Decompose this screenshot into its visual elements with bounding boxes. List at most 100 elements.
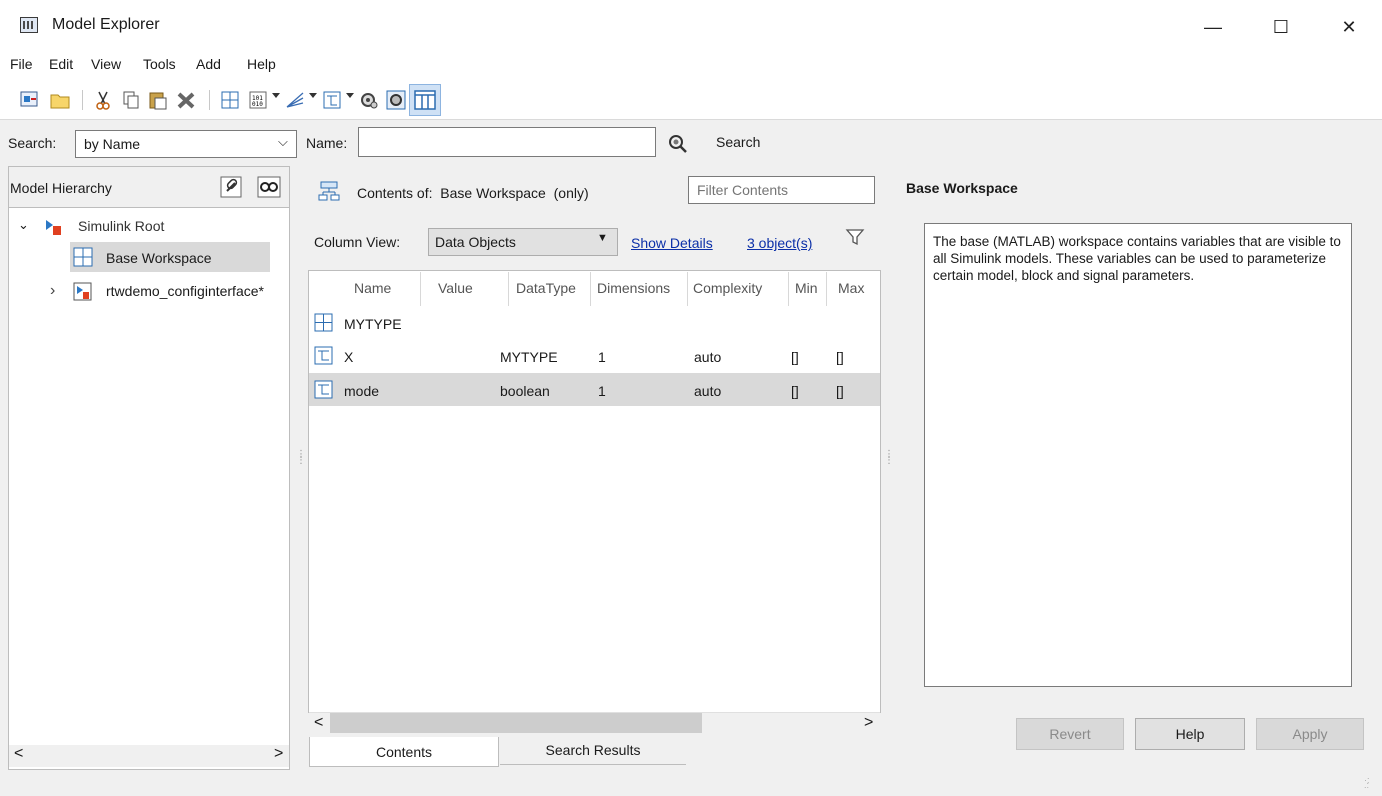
signal-object-icon: [314, 380, 334, 400]
filter-contents-input[interactable]: [688, 176, 875, 204]
configuration-icon[interactable]: [358, 89, 380, 111]
tree-item-base-workspace[interactable]: Base Workspace: [106, 250, 212, 266]
splitter-handle[interactable]: ⋮ ⋮: [884, 450, 894, 466]
table-row-min[interactable]: []: [791, 349, 799, 365]
delete-icon[interactable]: [175, 89, 197, 111]
scrollbar-thumb[interactable]: [330, 713, 702, 733]
add-signal-icon[interactable]: [321, 89, 343, 111]
column-divider[interactable]: [687, 272, 688, 306]
column-divider[interactable]: [590, 272, 591, 306]
toolbar-separator: [82, 90, 83, 110]
copy-icon[interactable]: [120, 89, 142, 111]
column-header-value[interactable]: Value: [438, 280, 473, 296]
chevron-down-icon[interactable]: [346, 93, 354, 98]
search-button[interactable]: Search: [716, 134, 760, 150]
tab-search-results[interactable]: Search Results: [500, 735, 686, 765]
add-data-icon[interactable]: 101 010: [247, 89, 269, 111]
add-bus-icon[interactable]: [284, 89, 306, 111]
show-details-link[interactable]: Show Details: [631, 235, 713, 251]
apply-button[interactable]: Apply: [1256, 718, 1364, 750]
cut-icon[interactable]: [92, 89, 114, 111]
table-row-dimensions[interactable]: 1: [598, 349, 606, 365]
search-icon[interactable]: [666, 132, 690, 156]
search-label: Search:: [8, 135, 57, 151]
column-header-complexity[interactable]: Complexity: [693, 280, 762, 296]
contents-table: [308, 270, 881, 713]
scroll-left-arrow[interactable]: <: [14, 745, 23, 763]
column-view-label: Column View:: [314, 234, 401, 250]
table-row-complexity[interactable]: auto: [694, 383, 721, 399]
toolbar-separator: [209, 90, 210, 110]
table-row-min[interactable]: []: [791, 383, 799, 399]
filter-icon[interactable]: [844, 226, 866, 248]
chevron-down-icon[interactable]: [272, 93, 280, 98]
table-row-datatype[interactable]: boolean: [500, 383, 550, 399]
maximize-button[interactable]: ☐: [1258, 12, 1304, 46]
new-model-icon[interactable]: [19, 89, 41, 111]
svg-text:010: 010: [252, 101, 263, 108]
menu-tools[interactable]: Tools: [143, 56, 176, 72]
bus-type-icon: [314, 313, 334, 333]
object-count-link[interactable]: 3 object(s): [747, 235, 812, 251]
column-header-datatype[interactable]: DataType: [516, 280, 576, 296]
menu-view[interactable]: View: [91, 56, 121, 72]
column-header-name[interactable]: Name: [354, 280, 391, 296]
table-row-dimensions[interactable]: 1: [598, 383, 606, 399]
contents-header: Contents of: Base Workspace (only): [357, 185, 589, 201]
table-row-name[interactable]: X: [344, 349, 353, 365]
help-button[interactable]: Help: [1135, 718, 1245, 750]
table-row-name[interactable]: MYTYPE: [344, 316, 402, 332]
chevron-down-icon[interactable]: [309, 93, 317, 98]
toolbar: [0, 80, 1382, 120]
column-header-min[interactable]: Min: [795, 280, 818, 296]
add-workspace-icon[interactable]: [219, 89, 241, 111]
properties-icon[interactable]: [385, 89, 407, 111]
show-hide-icon[interactable]: [256, 175, 282, 199]
table-row-complexity[interactable]: auto: [694, 349, 721, 365]
menu-add[interactable]: Add: [196, 56, 221, 72]
window-title: Model Explorer: [52, 16, 160, 33]
tree-item-rtwdemo-configinterface[interactable]: rtwdemo_configinterface*: [106, 283, 264, 299]
scroll-left-arrow[interactable]: <: [314, 714, 323, 732]
resize-grip[interactable]: ·:.:: [1364, 776, 1370, 790]
name-search-input[interactable]: [358, 127, 656, 157]
horizontal-scrollbar[interactable]: [9, 745, 289, 767]
column-divider[interactable]: [508, 272, 509, 306]
search-mode-value: by Name: [84, 136, 141, 152]
details-description: The base (MATLAB) workspace contains var…: [924, 223, 1352, 687]
menu-file[interactable]: File: [10, 56, 33, 72]
tab-contents[interactable]: Contents: [309, 737, 499, 767]
column-divider[interactable]: [788, 272, 789, 306]
table-row-datatype[interactable]: MYTYPE: [500, 349, 558, 365]
table-row-max[interactable]: []: [836, 383, 844, 399]
table-row-max[interactable]: []: [836, 349, 844, 365]
scroll-right-arrow[interactable]: >: [864, 714, 873, 732]
tree-item-simulink-root[interactable]: Simulink Root: [78, 218, 164, 234]
model-icon: [72, 281, 94, 303]
minimize-button[interactable]: —: [1190, 12, 1236, 46]
details-title: Base Workspace: [906, 180, 1018, 196]
menu-help[interactable]: Help: [247, 56, 276, 72]
search-mode-dropdown[interactable]: by Name ⌵: [75, 130, 297, 158]
workspace-icon: [72, 246, 94, 268]
link-icon[interactable]: [219, 175, 243, 199]
column-divider[interactable]: [420, 272, 421, 306]
close-button[interactable]: ✕: [1326, 12, 1372, 46]
column-view-value: Data Objects: [435, 234, 516, 250]
column-header-max[interactable]: Max: [838, 280, 864, 296]
revert-button[interactable]: Revert: [1016, 718, 1124, 750]
paste-icon[interactable]: [147, 89, 169, 111]
collapse-chevron-icon[interactable]: ⌄: [18, 217, 29, 233]
column-header-dimensions[interactable]: Dimensions: [597, 280, 670, 296]
expand-chevron-icon[interactable]: ›: [50, 282, 55, 300]
menu-edit[interactable]: Edit: [49, 56, 73, 72]
hierarchy-tree-icon: [318, 180, 340, 202]
open-icon[interactable]: [49, 89, 71, 111]
table-row-name[interactable]: mode: [344, 383, 379, 399]
column-divider[interactable]: [826, 272, 827, 306]
dialog-view-toggle[interactable]: [409, 84, 441, 116]
chevron-down-icon: ⌵: [278, 134, 288, 149]
column-view-dropdown[interactable]: Data Objects ▼: [428, 228, 618, 256]
signal-object-icon: [314, 346, 334, 366]
scroll-right-arrow[interactable]: >: [274, 745, 283, 763]
